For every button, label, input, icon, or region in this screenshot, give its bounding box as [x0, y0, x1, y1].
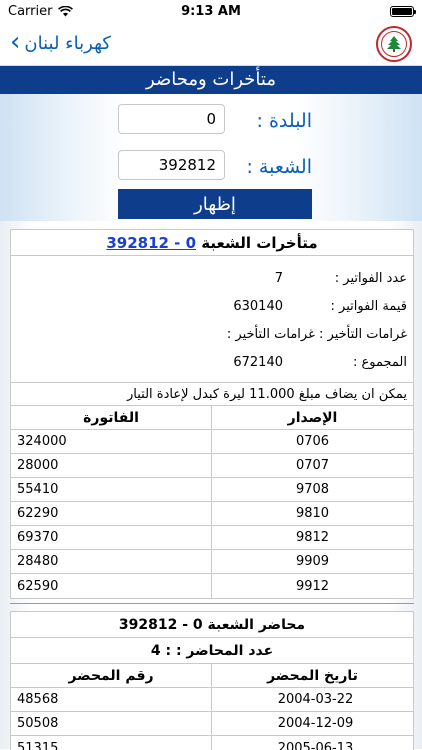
reports-table-header: تاريخ المحضر رقم المحضر [11, 664, 413, 688]
issue-cell: 9912 [295, 578, 330, 594]
reconnection-note: يمكن ان يضاف مبلغ 11.000 ليرة كبدل لإعاد… [11, 382, 413, 406]
table-row: 9812 69370 [11, 526, 413, 550]
table-row: 9909 28480 [11, 550, 413, 574]
arrears-block: متأخرات الشعبة 0 - 392812 عدد الفواتير :… [10, 229, 414, 599]
arrears-table-header: الإصدار الفاتورة [11, 406, 413, 430]
invoices-count-row: عدد الفواتير : 7 [11, 264, 413, 292]
invoices-value-row: قيمة الفواتير : 630140 [11, 292, 413, 320]
table-row: 2004-12-09 50508 [11, 712, 413, 736]
issue-cell: 0706 [295, 434, 330, 449]
date-cell: 2004-12-09 [277, 716, 354, 731]
table-row: 2004-03-22 48568 [11, 688, 413, 712]
cedar-icon [381, 30, 407, 57]
table-row: 9708 55410 [11, 478, 413, 502]
issue-cell: 9708 [295, 482, 330, 497]
table-row: 2005-06-13 51315 [11, 736, 413, 750]
number-cell: 51315 [11, 736, 212, 750]
issue-cell: 0707 [295, 458, 330, 473]
reports-count: عدد المحاضر : : 4 [11, 638, 413, 664]
table-row: 0707 28000 [11, 454, 413, 478]
nav-bar: ‹ كهرباء لبنان [0, 22, 422, 66]
table-row: 9810 62290 [11, 502, 413, 526]
invoices-value-label: قيمة الفواتير : [330, 298, 407, 314]
reports-block: محاضر الشعبة 0 - 392812 عدد المحاضر : : … [10, 611, 414, 750]
invoices-count-label: عدد الفواتير : [334, 270, 407, 286]
arrears-title-text: متأخرات الشعبة [201, 234, 318, 252]
penalties-text: غرامات التأخير : غرامات التأخير : [226, 326, 407, 342]
battery-icon [390, 5, 416, 17]
back-label: كهرباء لبنان [24, 33, 111, 54]
divider [10, 603, 414, 604]
col-date-header: تاريخ المحضر [267, 667, 358, 684]
total-label: المجموع : [353, 354, 407, 370]
invoice-cell: 69370 [11, 526, 212, 549]
invoice-cell: 55410 [11, 478, 212, 501]
wifi-icon [58, 5, 74, 16]
results-area: متأخرات الشعبة 0 - 392812 عدد الفواتير :… [0, 221, 422, 750]
issue-cell: 9812 [295, 530, 330, 545]
branch-link[interactable]: 0 - 392812 [106, 234, 196, 252]
branch-input[interactable] [118, 150, 225, 180]
date-cell: 2005-06-13 [277, 740, 354, 750]
town-label: البلدة : [256, 110, 312, 132]
page-title: متأخرات ومحاضر [0, 66, 422, 94]
carrier-label: Carrier [8, 3, 53, 19]
back-button[interactable]: ‹ كهرباء لبنان [10, 27, 111, 57]
total-value: 672140 [233, 354, 283, 370]
invoices-value: 630140 [233, 298, 283, 314]
issue-cell: 9810 [295, 506, 330, 521]
chevron-left-icon: ‹ [10, 27, 21, 57]
invoice-cell: 62590 [11, 574, 212, 598]
town-input[interactable] [118, 104, 225, 134]
invoice-cell: 62290 [11, 502, 212, 525]
reports-table: تاريخ المحضر رقم المحضر 2004-03-22 48568… [11, 664, 413, 750]
number-cell: 50508 [11, 712, 212, 735]
status-left: Carrier [8, 3, 74, 19]
edl-logo [376, 25, 412, 62]
reports-title: محاضر الشعبة 0 - 392812 [11, 612, 413, 638]
invoice-cell: 28480 [11, 550, 212, 573]
arrears-table: الإصدار الفاتورة 0706 324000 0707 28000 … [11, 406, 413, 598]
col-issue-header: الإصدار [287, 409, 338, 426]
branch-label: الشعبة : [246, 156, 312, 178]
col-invoice-header: الفاتورة [11, 406, 212, 429]
invoices-count-value: 7 [274, 270, 283, 286]
table-row: 0706 324000 [11, 430, 413, 454]
invoice-cell: 324000 [11, 430, 212, 453]
col-number-header: رقم المحضر [11, 664, 212, 687]
search-form: البلدة : الشعبة : إظهار [0, 94, 422, 221]
total-row: المجموع : 672140 [11, 348, 413, 376]
arrears-title: متأخرات الشعبة 0 - 392812 [11, 230, 413, 256]
penalties-row: غرامات التأخير : غرامات التأخير : [11, 320, 413, 348]
status-bar: Carrier 9:13 AM [0, 0, 422, 22]
issue-cell: 9909 [295, 554, 330, 569]
show-button[interactable]: إظهار [118, 189, 312, 219]
table-row: 9912 62590 [11, 574, 413, 598]
date-cell: 2004-03-22 [277, 692, 354, 707]
invoice-cell: 28000 [11, 454, 212, 477]
number-cell: 48568 [11, 688, 212, 711]
